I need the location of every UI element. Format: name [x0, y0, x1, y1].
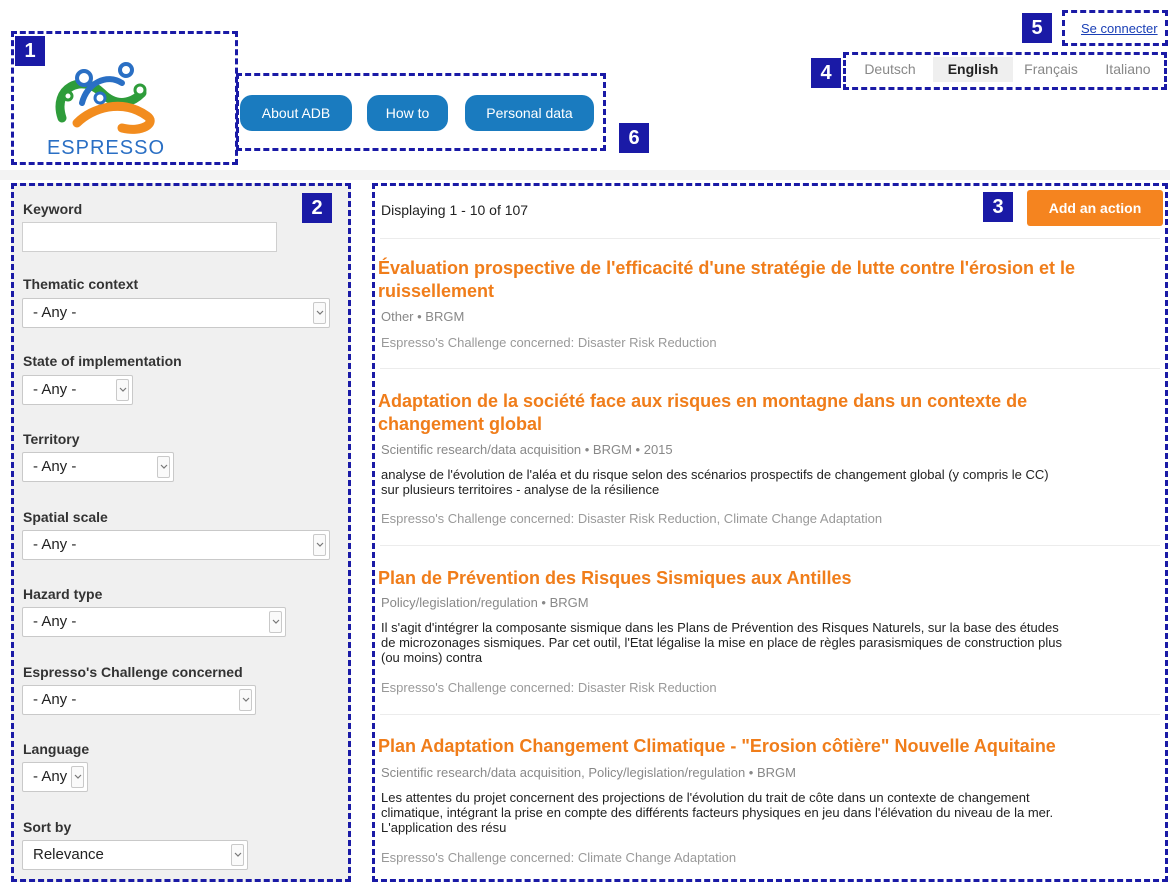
header-divider: [0, 170, 1170, 180]
lang-deutsch[interactable]: Deutsch: [850, 57, 930, 82]
result-description-line: L'application des résu: [381, 820, 507, 835]
chevron-down-icon: [313, 302, 326, 324]
result-challenge: Espresso's Challenge concerned: Disaster…: [381, 680, 717, 695]
spatial-scale-value: - Any -: [33, 536, 77, 553]
chevron-down-icon: [239, 689, 252, 711]
lang-francais[interactable]: Français: [1016, 57, 1086, 82]
callout-badge-3: 3: [983, 192, 1013, 222]
result-meta: Policy/legislation/regulation • BRGM: [381, 595, 589, 610]
language-label: Language: [23, 741, 90, 757]
result-challenge: Espresso's Challenge concerned: Disaster…: [381, 335, 717, 350]
territory-label: Territory: [23, 431, 80, 447]
result-title-line: ruissellement: [378, 281, 495, 301]
logo-mark-icon: [55, 62, 155, 134]
chevron-down-icon: [313, 534, 326, 556]
divider: [380, 238, 1160, 239]
sort-by-select[interactable]: Relevance: [22, 840, 248, 870]
logo-wordmark: ESPRESSO: [47, 137, 165, 159]
result-description-line: (ou moins) contra: [381, 650, 483, 665]
language-select[interactable]: - Any -: [22, 762, 88, 792]
result-meta: Scientific research/data acquisition, Po…: [381, 765, 796, 780]
result-description: Il s'agit d'intégrer la composante sismi…: [381, 620, 1161, 665]
result-description: Les attentes du projet concernent des pr…: [381, 790, 1161, 835]
language-value: - Any -: [33, 768, 77, 785]
hazard-type-value: - Any -: [33, 613, 77, 630]
nav-about-adb-button[interactable]: About ADB: [240, 95, 352, 131]
chevron-down-icon: [157, 456, 170, 478]
result-challenge: Espresso's Challenge concerned: Climate …: [381, 850, 737, 865]
callout-badge-4: 4: [811, 58, 841, 88]
challenge-label: Espresso's Challenge concerned: [23, 664, 243, 680]
nav-how-to-button[interactable]: How to: [367, 95, 448, 131]
add-action-button[interactable]: Add an action: [1027, 190, 1163, 226]
divider: [380, 714, 1160, 715]
chevron-down-icon: [269, 611, 282, 633]
result-title-link[interactable]: Plan de Prévention des Risques Sismiques…: [378, 567, 1148, 590]
result-description: analyse de l'évolution de l'aléa et du r…: [381, 467, 1161, 497]
challenge-value: - Any -: [33, 691, 77, 708]
lang-english[interactable]: English: [933, 57, 1013, 82]
login-link[interactable]: Se connecter: [1081, 21, 1158, 36]
sort-by-value: Relevance: [33, 846, 104, 863]
thematic-context-value: - Any -: [33, 304, 77, 321]
result-description-line: sur plusieurs territoires - analyse de l…: [381, 482, 660, 497]
hazard-type-label: Hazard type: [23, 586, 103, 602]
result-meta: Scientific research/data acquisition • B…: [381, 442, 673, 457]
spatial-scale-label: Spatial scale: [23, 509, 108, 525]
thematic-context-select[interactable]: - Any -: [22, 298, 330, 328]
keyword-label: Keyword: [23, 201, 83, 217]
results-count: Displaying 1 - 10 of 107: [381, 202, 529, 218]
state-select[interactable]: - Any -: [22, 375, 133, 405]
callout-badge-6: 6: [619, 123, 649, 153]
result-description-line: Il s'agit d'intégrer la composante sismi…: [381, 620, 1059, 635]
result-challenge: Espresso's Challenge concerned: Disaster…: [381, 511, 883, 526]
callout-badge-2: 2: [302, 193, 332, 223]
keyword-input[interactable]: [22, 222, 277, 252]
result-description-line: analyse de l'évolution de l'aléa et du r…: [381, 467, 1049, 482]
thematic-context-label: Thematic context: [23, 276, 139, 292]
result-title-line: Évaluation prospective de l'efficacité d…: [378, 258, 1076, 278]
lang-italiano[interactable]: Italiano: [1092, 57, 1164, 82]
divider: [380, 368, 1160, 369]
result-description-line: climatique, intégrant la prise en compte…: [381, 805, 1054, 820]
territory-select[interactable]: - Any -: [22, 452, 174, 482]
hazard-type-select[interactable]: - Any -: [22, 607, 286, 637]
result-title-line: changement global: [378, 414, 543, 434]
territory-value: - Any -: [33, 458, 77, 475]
callout-badge-5: 5: [1022, 13, 1052, 43]
divider: [380, 545, 1160, 546]
chevron-down-icon: [231, 844, 244, 866]
challenge-select[interactable]: - Any -: [22, 685, 256, 715]
result-meta: Other • BRGM: [381, 309, 465, 324]
espresso-logo[interactable]: ESPRESSO: [22, 48, 190, 160]
state-value: - Any -: [33, 381, 77, 398]
result-title-line: Adaptation de la société face aux risque…: [378, 391, 1028, 411]
result-title-link[interactable]: Plan Adaptation Changement Climatique - …: [378, 735, 1148, 758]
chevron-down-icon: [116, 379, 129, 401]
result-title-link[interactable]: Évaluation prospective de l'efficacité d…: [378, 257, 1148, 303]
chevron-down-icon: [71, 766, 84, 788]
nav-personal-data-button[interactable]: Personal data: [465, 95, 594, 131]
result-description-line: de microzonages sismiques. Par cet outil…: [381, 635, 1062, 650]
result-description-line: Les attentes du projet concernent des pr…: [381, 790, 1030, 805]
state-label: State of implementation: [23, 353, 182, 369]
sort-by-label: Sort by: [23, 819, 72, 835]
spatial-scale-select[interactable]: - Any -: [22, 530, 330, 560]
result-title-link[interactable]: Adaptation de la société face aux risque…: [378, 390, 1148, 436]
